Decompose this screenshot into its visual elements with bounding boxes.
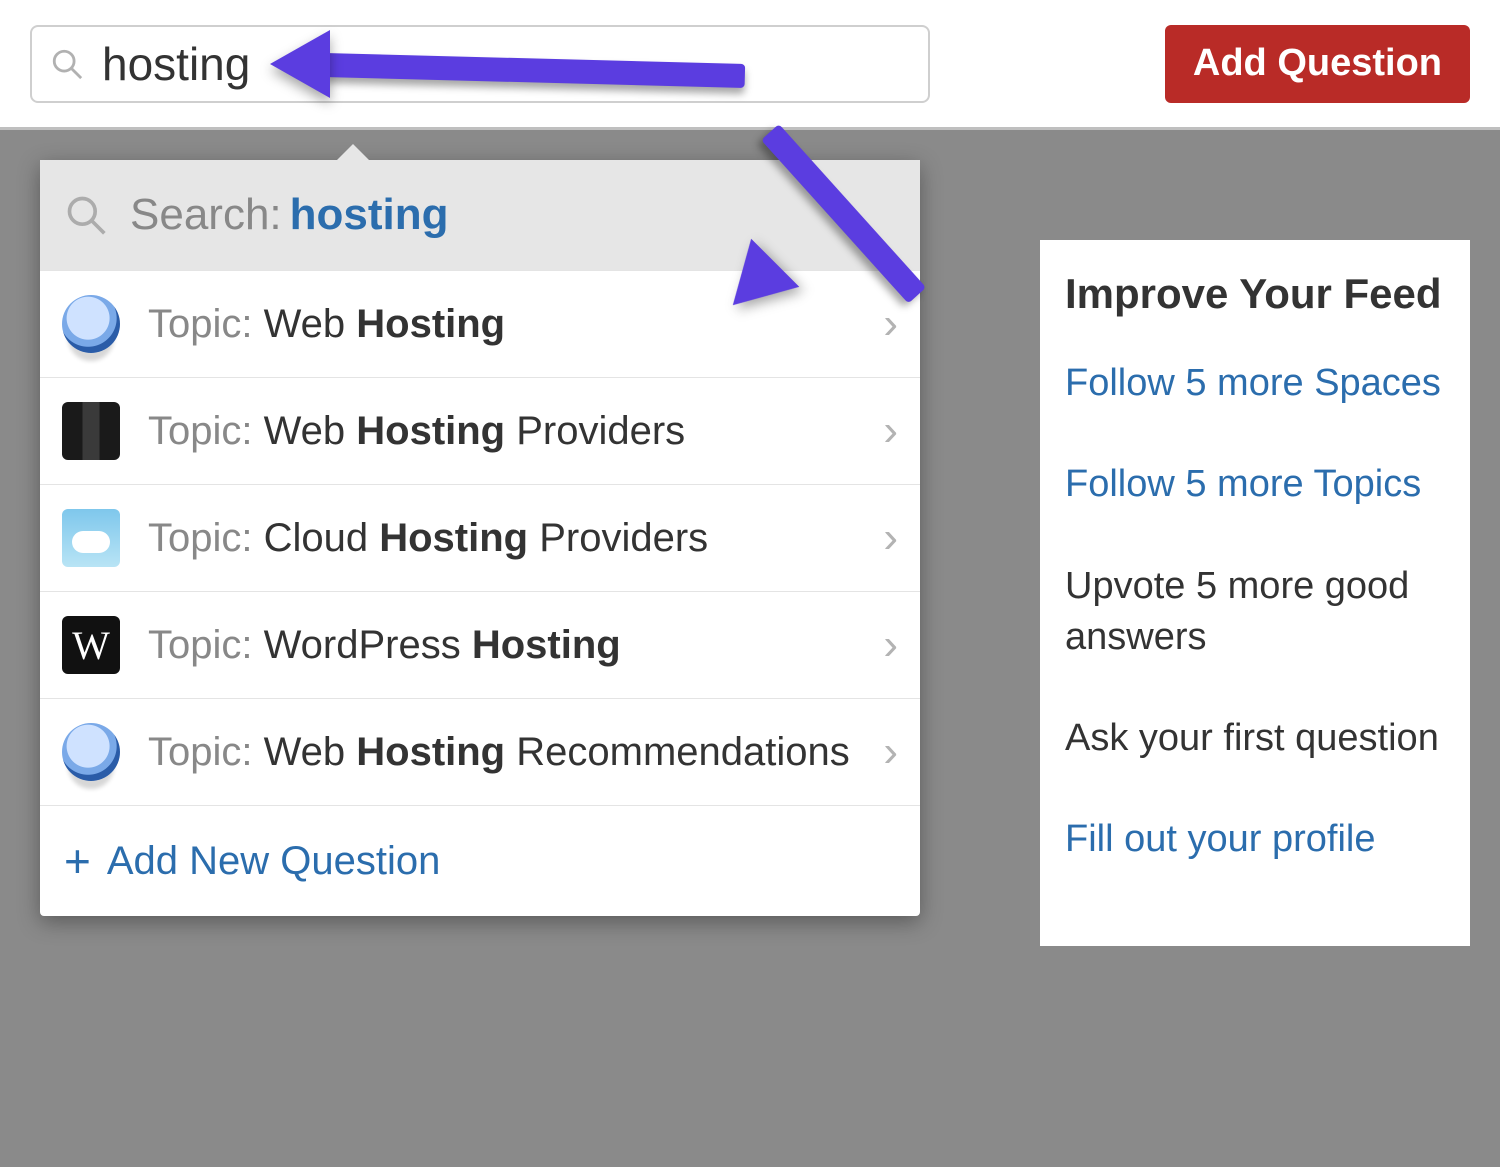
suggestion-item[interactable]: Topic: Web Hosting Providers›	[40, 377, 920, 484]
search-header-label: Search:	[130, 190, 282, 240]
search-icon	[50, 47, 84, 81]
suggestion-label: Topic: Web Hosting Recommendations	[148, 730, 873, 775]
add-new-question-label: Add New Question	[107, 839, 441, 884]
top-bar: Add Question	[0, 0, 1500, 130]
add-question-button[interactable]: Add Question	[1165, 25, 1470, 103]
chevron-right-icon: ›	[883, 620, 898, 670]
chevron-right-icon: ›	[883, 406, 898, 456]
search-input[interactable]	[102, 37, 910, 91]
suggestion-label: Topic: Web Hosting Providers	[148, 409, 873, 454]
globe-icon	[62, 295, 120, 353]
suggestion-item[interactable]: W Topic: WordPress Hosting›	[40, 591, 920, 698]
improve-feed-panel: Improve Your Feed Follow 5 more Spaces F…	[1040, 240, 1470, 946]
suggestion-item[interactable]: Topic: Web Hosting›	[40, 270, 920, 377]
search-suggestions-dropdown: Search: hosting Topic: Web Hosting›Topic…	[40, 160, 920, 916]
chevron-right-icon: ›	[883, 727, 898, 777]
cloud-icon	[62, 509, 120, 567]
search-suggestion-header[interactable]: Search: hosting	[40, 160, 920, 270]
suggestion-label: Topic: Cloud Hosting Providers	[148, 516, 873, 561]
servers-icon	[62, 402, 120, 460]
search-header-term: hosting	[290, 190, 449, 240]
feed-item[interactable]: Ask your first question	[1065, 713, 1445, 764]
feed-item[interactable]: Follow 5 more Spaces	[1065, 358, 1445, 409]
suggestion-item[interactable]: Topic: Web Hosting Recommendations›	[40, 698, 920, 805]
suggestion-item[interactable]: Topic: Cloud Hosting Providers›	[40, 484, 920, 591]
add-new-question-link[interactable]: + Add New Question	[40, 805, 920, 916]
globe-icon	[62, 723, 120, 781]
chevron-right-icon: ›	[883, 513, 898, 563]
feed-item[interactable]: Fill out your profile	[1065, 814, 1445, 865]
feed-title: Improve Your Feed	[1065, 270, 1445, 318]
search-box[interactable]	[30, 25, 930, 103]
suggestion-label: Topic: Web Hosting	[148, 302, 873, 347]
feed-item[interactable]: Upvote 5 more good answers	[1065, 561, 1445, 664]
chevron-right-icon: ›	[883, 299, 898, 349]
wp-icon: W	[62, 616, 120, 674]
feed-item[interactable]: Follow 5 more Topics	[1065, 459, 1445, 510]
suggestion-label: Topic: WordPress Hosting	[148, 623, 873, 668]
search-icon	[64, 193, 108, 237]
plus-icon: +	[64, 834, 91, 888]
